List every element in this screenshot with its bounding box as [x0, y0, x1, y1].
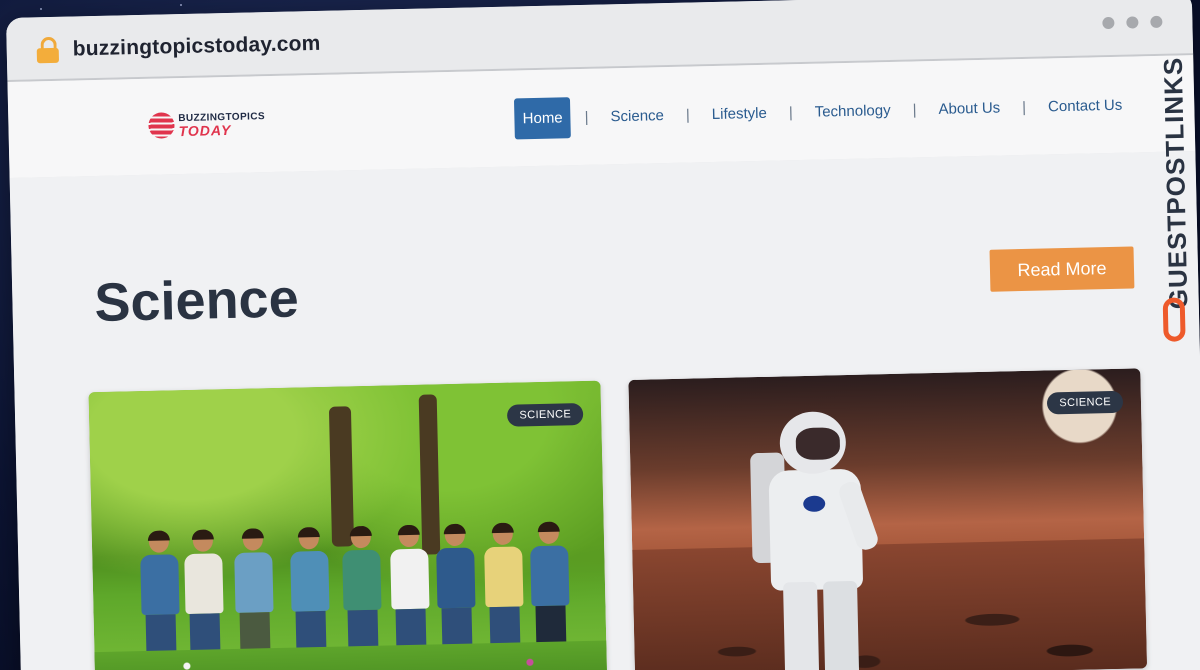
chain-link-icon	[1162, 297, 1186, 342]
page-title: Science	[93, 268, 300, 334]
nav-home[interactable]: Home	[514, 97, 572, 140]
site-logo[interactable]: BUZZINGTOPICS TODAY	[148, 110, 265, 139]
nav-separator: |	[584, 108, 589, 126]
url-text[interactable]: buzzingtopicstoday.com	[72, 32, 320, 62]
category-badge[interactable]: SCIENCE	[1047, 390, 1124, 415]
article-card[interactable]: SCIENCE	[88, 380, 608, 670]
window-dot-icon[interactable]	[1102, 16, 1115, 30]
nav-separator: |	[912, 101, 917, 119]
nav-technology[interactable]: Technology	[806, 92, 899, 131]
watermark-text: GUESTPOSTLINKS	[1157, 56, 1194, 310]
main-content: Science Read More SCIENCE SCIENCE	[9, 151, 1200, 670]
logo-globe-icon	[148, 112, 175, 139]
guestpostlinks-watermark: GUESTPOSTLINKS	[1151, 47, 1198, 348]
category-badge[interactable]: SCIENCE	[507, 403, 584, 427]
browser-window: buzzingtopicstoday.com BUZZINGTOPICS TOD…	[6, 0, 1200, 670]
article-card[interactable]: SCIENCE	[628, 368, 1148, 670]
window-controls	[1102, 15, 1163, 30]
nav-lifestyle[interactable]: Lifestyle	[703, 95, 775, 134]
nav-science[interactable]: Science	[602, 97, 672, 136]
nav-about-us[interactable]: About Us	[930, 89, 1009, 128]
lock-icon	[36, 36, 60, 64]
nav-separator: |	[685, 106, 691, 124]
logo-line-2: TODAY	[178, 121, 232, 139]
nav-separator: |	[788, 104, 793, 122]
window-dot-icon[interactable]	[1150, 15, 1163, 29]
main-nav: Home | Science | Lifestyle | Technology …	[514, 85, 1131, 140]
window-dot-icon[interactable]	[1126, 16, 1139, 29]
read-more-button[interactable]: Read More	[989, 246, 1135, 292]
nav-separator: |	[1021, 98, 1027, 116]
nav-contact-us[interactable]: Contact Us	[1040, 87, 1131, 126]
